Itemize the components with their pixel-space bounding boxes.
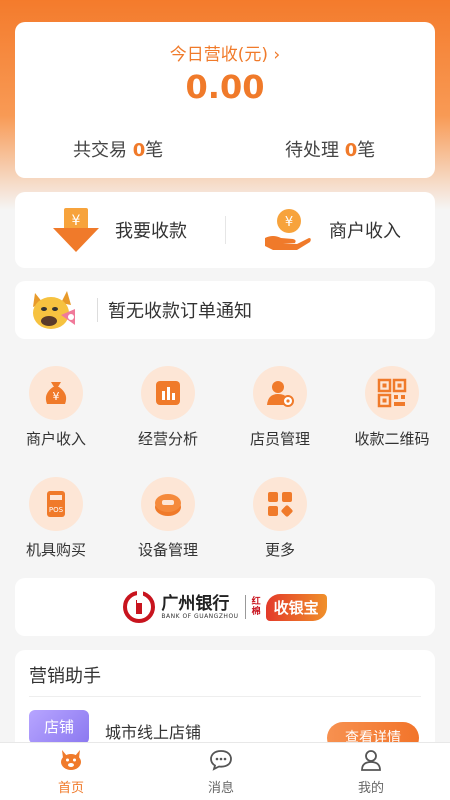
money-bag-icon: ¥	[29, 366, 83, 420]
receive-payment-button[interactable]: ¥ 我要收款	[53, 192, 187, 268]
yuan-download-icon: ¥	[53, 208, 99, 252]
action-card: ¥ 我要收款 ¥ 商户收入	[15, 192, 435, 268]
merchant-income-label: 商户收入	[329, 221, 401, 242]
bank-name: 广州银行 BANK OF GUANGZHOU	[161, 593, 239, 620]
grid-item-device-management[interactable]: 设备管理	[112, 477, 224, 560]
tab-home[interactable]: 首页	[31, 749, 111, 796]
total-transactions: 共交易 0笔	[73, 140, 164, 161]
grid-label: 收款二维码	[354, 430, 430, 448]
revenue-card[interactable]: 今日营收(元) › 0.00 共交易 0笔 待处理 0笔	[15, 22, 435, 178]
grid-label: 机具购买	[25, 541, 86, 559]
tab-profile[interactable]: 我的	[331, 749, 411, 796]
nav-label: 消息	[207, 781, 234, 796]
bank-banner[interactable]: 广州银行 BANK OF GUANGZHOU 红棉 收银宝	[15, 578, 435, 636]
grid-label: 设备管理	[137, 541, 198, 559]
bar-chart-icon	[141, 366, 195, 420]
svg-text:¥: ¥	[72, 213, 81, 229]
svg-text:¥: ¥	[285, 215, 293, 230]
tab-messages[interactable]: 消息	[181, 749, 261, 796]
grid-item-qr-code[interactable]: 收款二维码	[336, 366, 448, 449]
total-count: 0	[132, 140, 146, 161]
grid-item-staff-management[interactable]: 店员管理	[224, 366, 336, 449]
message-icon	[210, 750, 232, 771]
bank-logo-icon	[123, 591, 156, 623]
qr-code-icon	[365, 366, 419, 420]
notice-divider	[97, 298, 98, 322]
merchant-income-button[interactable]: ¥ 商户收入	[263, 192, 401, 268]
profile-icon	[361, 750, 381, 771]
device-icon	[141, 477, 195, 531]
product-small-text: 红棉	[251, 597, 261, 617]
shop-name: 城市线上店铺	[105, 723, 202, 742]
svg-text:¥: ¥	[53, 390, 60, 403]
grid-label: 店员管理	[249, 430, 310, 448]
grid-item-business-analysis[interactable]: 经营分析	[112, 366, 224, 449]
grid-label: 更多	[264, 541, 295, 559]
receive-payment-label: 我要收款	[115, 221, 187, 242]
bank-divider	[244, 595, 246, 619]
notice-text: 暂无收款订单通知	[108, 301, 252, 322]
revenue-title-text: 今日营收(元)	[169, 45, 269, 65]
product-badge: 收银宝	[265, 593, 327, 621]
revenue-amount: 0.00	[185, 68, 265, 106]
nav-label: 首页	[57, 781, 84, 796]
grid-item-pos-purchase[interactable]: POS 机具购买	[0, 477, 112, 560]
pos-terminal-icon: POS	[29, 477, 83, 531]
grid-item-merchant-income[interactable]: ¥ 商户收入	[0, 366, 112, 449]
home-icon	[61, 750, 81, 770]
shop-tag: 店铺	[29, 710, 89, 744]
more-grid-icon	[253, 477, 307, 531]
staff-icon	[253, 366, 307, 420]
marketing-title: 营销助手	[29, 666, 101, 687]
notice-card[interactable]: 暂无收款订单通知	[15, 281, 435, 339]
nav-label: 我的	[357, 781, 384, 796]
mascot-dog-icon	[33, 291, 75, 329]
divider	[29, 696, 421, 697]
grid-label: 经营分析	[137, 430, 198, 448]
pending-count: 0	[344, 140, 358, 161]
revenue-title[interactable]: 今日营收(元) ›	[15, 40, 435, 65]
divider	[225, 216, 226, 244]
grid-label: 商户收入	[25, 430, 86, 448]
chevron-right-icon: ›	[273, 45, 281, 65]
grid-item-more[interactable]: 更多	[224, 477, 336, 560]
bottom-nav: 首页 消息 我的	[0, 742, 450, 800]
svg-text:POS: POS	[49, 506, 64, 514]
pending-transactions: 待处理 0笔	[285, 140, 376, 161]
hand-coin-icon: ¥	[265, 209, 311, 250]
